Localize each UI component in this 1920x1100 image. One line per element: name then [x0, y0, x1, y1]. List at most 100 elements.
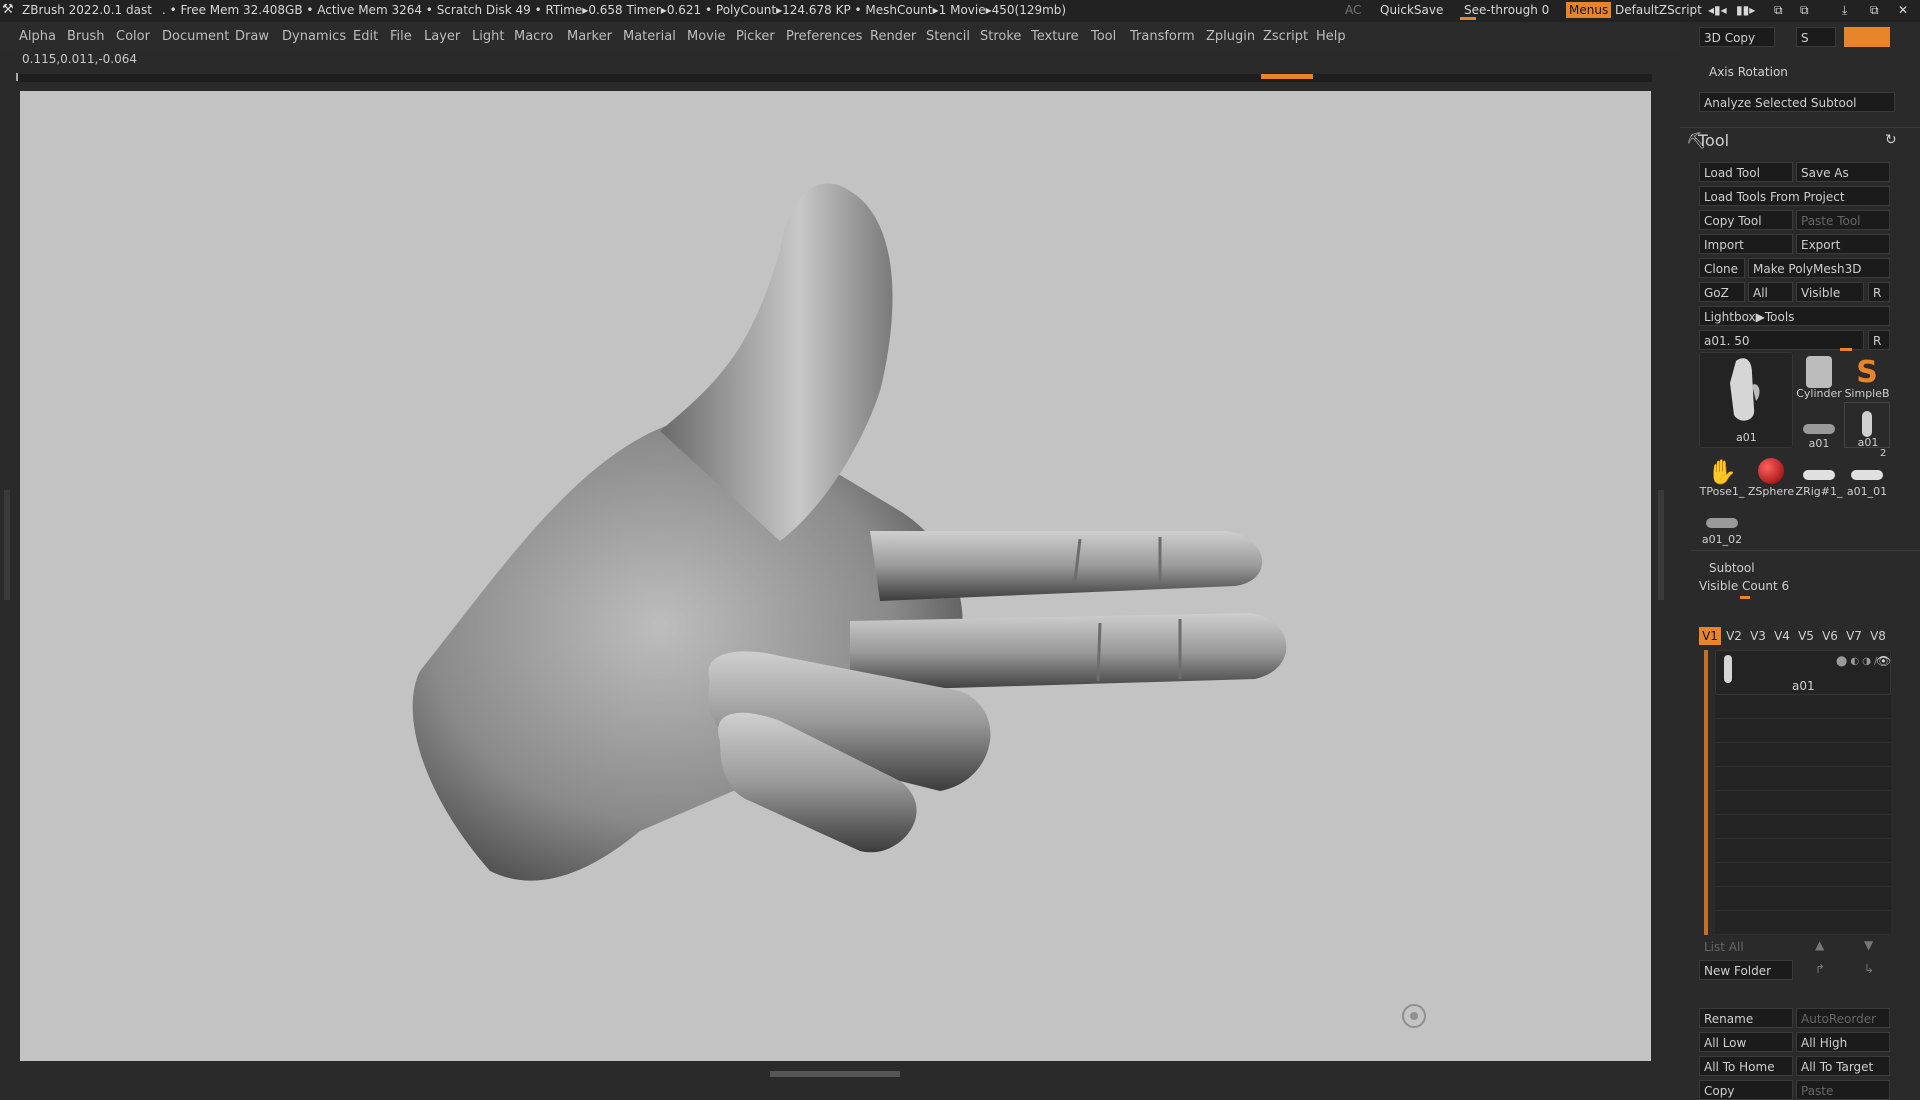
layout-left-icon[interactable]: ◂▮◂ [1708, 3, 1727, 17]
analyze-subtool-button[interactable]: Analyze Selected Subtool [1699, 92, 1895, 112]
folder-move-icon[interactable]: ↱ [1815, 962, 1825, 976]
tool-thumb-a01-01[interactable]: 2 a01_01 [1844, 448, 1890, 498]
tool-thumb-tpose[interactable]: ✋ TPose1_ [1699, 450, 1745, 498]
autoreorder-button[interactable]: AutoReorder [1796, 1008, 1890, 1028]
make-polymesh3d-button[interactable]: Make PolyMesh3D [1748, 258, 1890, 278]
tool-thumb-simpleb[interactable]: S SimpleB [1844, 352, 1890, 400]
restore-icon[interactable]: ⧉ [1870, 3, 1879, 18]
tool-palette-title[interactable]: Tool [1698, 131, 1729, 150]
all-to-home-button[interactable]: All To Home [1699, 1056, 1793, 1076]
menu-color[interactable]: Color [116, 29, 150, 44]
window-layout-icon[interactable]: ⧉ [1800, 3, 1809, 18]
goz-button[interactable]: GoZ [1699, 282, 1745, 302]
menu-marker[interactable]: Marker [567, 29, 612, 44]
default-zscript-button[interactable]: DefaultZScript [1615, 3, 1702, 17]
menu-document[interactable]: Document [162, 29, 229, 44]
menu-stroke[interactable]: Stroke [980, 29, 1021, 44]
move-down-icon[interactable]: ▼ [1864, 938, 1873, 952]
menu-layer[interactable]: Layer [424, 29, 460, 44]
see-through-slider[interactable]: See-through 0 [1464, 3, 1549, 17]
menu-picker[interactable]: Picker [736, 29, 775, 44]
tool-thumb-cylinder[interactable]: Cylinder [1796, 352, 1842, 400]
rename-button[interactable]: Rename [1699, 1008, 1793, 1028]
paste-subtool-button[interactable]: Paste [1796, 1080, 1890, 1100]
tab-v5[interactable]: V5 [1795, 627, 1817, 645]
axis-rotation-label[interactable]: Axis Rotation [1709, 65, 1788, 79]
menu-tool[interactable]: Tool [1091, 29, 1116, 44]
timeline-bar[interactable] [16, 74, 1652, 82]
tool-thumb-a01-02[interactable]: a01_02 [1699, 498, 1745, 546]
all-to-target-button[interactable]: All To Target [1796, 1056, 1890, 1076]
tool-thumb-a01-c[interactable]: a01 [1844, 402, 1890, 449]
right-tray-handle[interactable] [1658, 490, 1664, 600]
tool-thumb-a01-b[interactable]: a01 [1796, 402, 1842, 450]
bottom-tray-handle[interactable] [770, 1071, 900, 1077]
tab-v4[interactable]: V4 [1771, 627, 1793, 645]
tool-thumb-zrig[interactable]: ZRig#1_ [1796, 450, 1842, 498]
goz-all-button[interactable]: All [1748, 282, 1793, 302]
tool-thumb-zsphere[interactable]: ZSphere [1748, 450, 1794, 498]
tab-v3[interactable]: V3 [1747, 627, 1769, 645]
timeline-marker[interactable] [1261, 74, 1313, 79]
menu-macro[interactable]: Macro [514, 29, 553, 44]
tab-v2[interactable]: V2 [1723, 627, 1745, 645]
tab-v6[interactable]: V6 [1819, 627, 1841, 645]
menu-zplugin[interactable]: Zplugin [1206, 29, 1255, 44]
quicksave-button[interactable]: QuickSave [1380, 3, 1443, 17]
menu-preferences[interactable]: Preferences [786, 29, 862, 44]
menu-file[interactable]: File [390, 29, 412, 44]
tool-thumb-a01-large[interactable]: a01 [1699, 352, 1793, 448]
tool-r-button[interactable]: R [1868, 330, 1890, 350]
list-all-button[interactable]: List All [1699, 936, 1793, 956]
tab-v8[interactable]: V8 [1867, 627, 1889, 645]
menu-render[interactable]: Render [870, 29, 916, 44]
reset-icon[interactable]: ↻ [1885, 132, 1897, 148]
load-tool-button[interactable]: Load Tool [1699, 162, 1793, 182]
menu-edit[interactable]: Edit [353, 29, 378, 44]
tool-select-slider[interactable]: a01. 50 [1699, 330, 1864, 350]
s-value-slider[interactable] [1844, 27, 1890, 47]
layout-right-icon[interactable]: ▮▮▸ [1736, 3, 1755, 17]
all-low-button[interactable]: All Low [1699, 1032, 1793, 1052]
menu-draw[interactable]: Draw [235, 29, 269, 44]
goz-visible-button[interactable]: Visible [1796, 282, 1864, 302]
subtool-toggles-icon[interactable]: ⬤ ◐ ◑ ∕ [1836, 656, 1878, 667]
paste-tool-button[interactable]: Paste Tool [1796, 210, 1890, 230]
menu-stencil[interactable]: Stencil [926, 29, 970, 44]
menu-help[interactable]: Help [1316, 29, 1346, 44]
3d-copy-button[interactable]: 3D Copy [1699, 27, 1775, 47]
clone-button[interactable]: Clone [1699, 258, 1745, 278]
all-high-button[interactable]: All High [1796, 1032, 1890, 1052]
tab-v1[interactable]: V1 [1699, 627, 1721, 645]
save-as-button[interactable]: Save As [1796, 162, 1890, 182]
left-tray-handle[interactable] [4, 490, 10, 600]
folder-move-down-icon[interactable]: ↳ [1864, 962, 1874, 976]
menu-brush[interactable]: Brush [67, 29, 105, 44]
visible-count-slider[interactable]: Visible Count 6 [1699, 579, 1789, 593]
menu-texture[interactable]: Texture [1031, 29, 1079, 44]
eye-icon[interactable]: 👁 [1876, 654, 1891, 668]
copy-tool-button[interactable]: Copy Tool [1699, 210, 1793, 230]
menu-transform[interactable]: Transform [1130, 29, 1195, 44]
document-canvas[interactable] [20, 91, 1651, 1061]
menus-toggle[interactable]: Menus [1566, 2, 1612, 18]
window-arrange-icon[interactable]: ⧉ [1774, 3, 1783, 18]
import-button[interactable]: Import [1699, 234, 1793, 254]
subtool-title[interactable]: Subtool [1709, 561, 1755, 575]
menu-movie[interactable]: Movie [687, 29, 725, 44]
subtool-item-a01[interactable]: ⬤ ◐ ◑ ∕ 👁 a01 [1715, 650, 1891, 695]
lightbox-tools-button[interactable]: Lightbox▶Tools [1699, 306, 1890, 326]
copy-subtool-button[interactable]: Copy [1699, 1080, 1793, 1100]
ac-label[interactable]: AC [1345, 3, 1361, 17]
goz-r-button[interactable]: R [1868, 282, 1890, 302]
menu-material[interactable]: Material [623, 29, 676, 44]
menu-light[interactable]: Light [472, 29, 504, 44]
menu-alpha[interactable]: Alpha [19, 29, 56, 44]
minimize-icon[interactable]: ⤓ [1842, 3, 1847, 18]
close-icon[interactable]: ✕ [1898, 3, 1908, 17]
menu-dynamics[interactable]: Dynamics [282, 29, 346, 44]
new-folder-button[interactable]: New Folder [1699, 960, 1793, 980]
export-button[interactable]: Export [1796, 234, 1890, 254]
subtool-scrollbar[interactable] [1704, 650, 1708, 935]
s-field[interactable]: S [1796, 27, 1836, 47]
